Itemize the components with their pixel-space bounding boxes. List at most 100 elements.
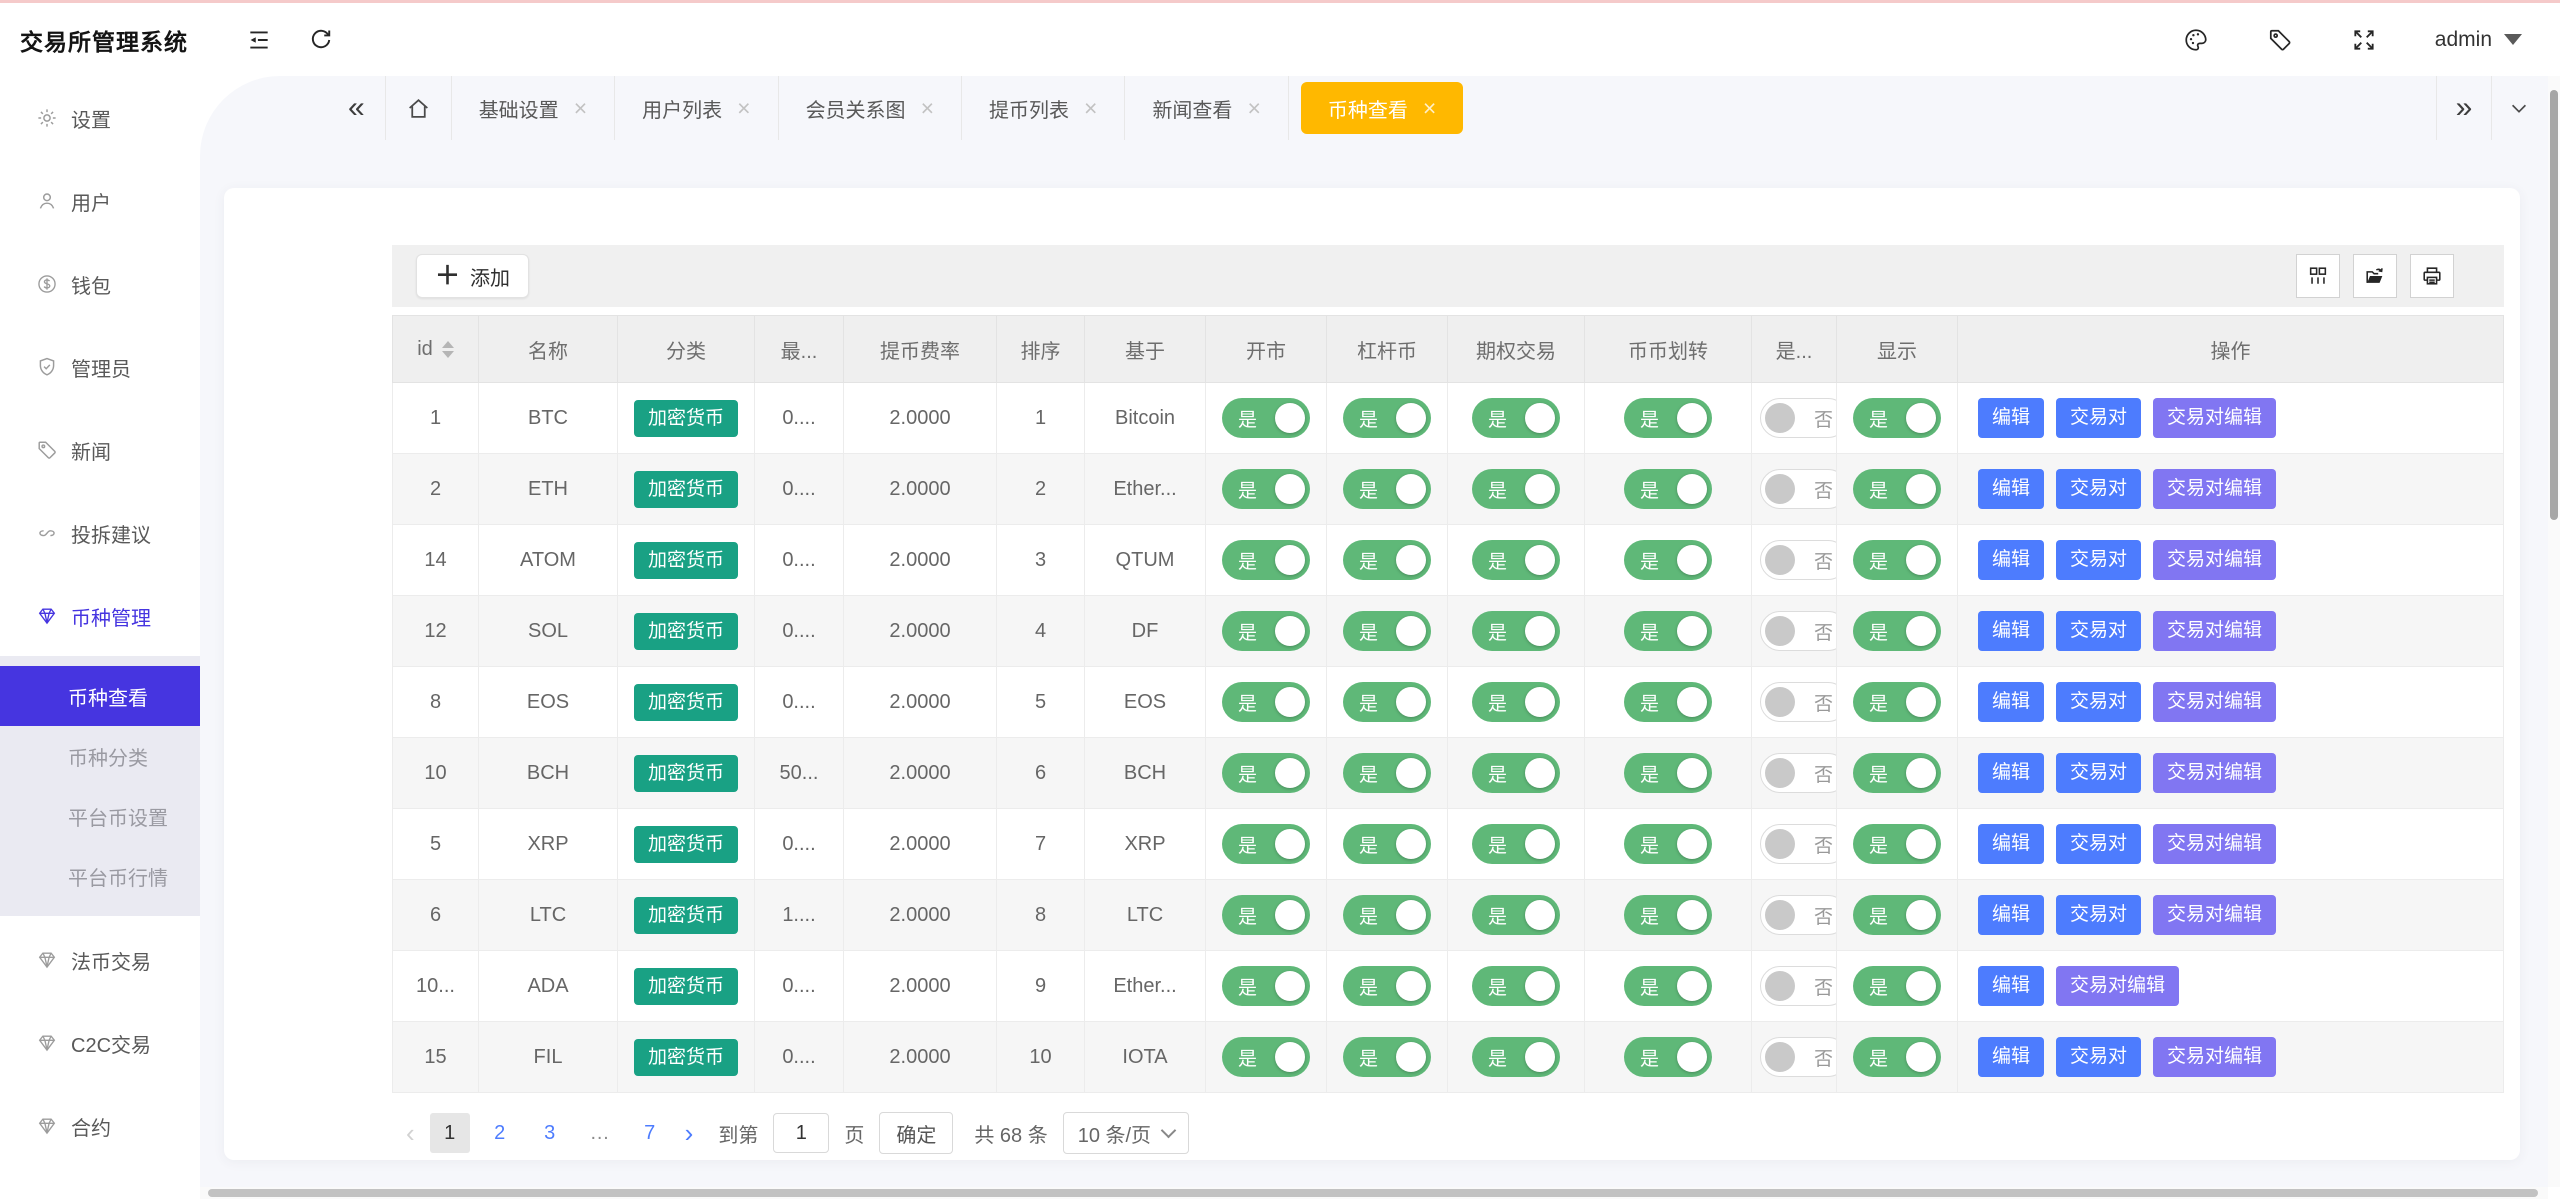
pair-button[interactable]: 交易对 [2056, 753, 2141, 793]
recommend-toggle[interactable]: 否 [1760, 540, 1837, 580]
sidebar-item-新闻[interactable]: 新闻 [0, 422, 200, 478]
open-market-toggle[interactable]: 是 [1222, 611, 1310, 651]
leverage-coin-toggle[interactable]: 是 [1343, 753, 1431, 793]
leverage-coin-toggle[interactable]: 是 [1343, 611, 1431, 651]
sidebar-subitem-币种查看[interactable]: 币种查看 [0, 666, 200, 726]
leverage-coin-toggle[interactable]: 是 [1343, 682, 1431, 722]
recommend-toggle[interactable]: 否 [1760, 469, 1837, 509]
close-icon[interactable]: × [1084, 97, 1097, 120]
leverage-coin-toggle[interactable]: 是 [1343, 966, 1431, 1006]
sidebar-item-币种管理[interactable]: 币种管理 [0, 588, 200, 644]
refresh-icon[interactable] [308, 27, 334, 53]
pair-edit-button[interactable]: 交易对编辑 [2153, 682, 2276, 722]
open-market-toggle[interactable]: 是 [1222, 824, 1310, 864]
pair-edit-button[interactable]: 交易对编辑 [2153, 753, 2276, 793]
export-button[interactable] [2353, 254, 2397, 298]
pair-button[interactable]: 交易对 [2056, 1037, 2141, 1077]
coin-transfer-toggle[interactable]: 是 [1624, 966, 1712, 1006]
edit-button[interactable]: 编辑 [1978, 469, 2044, 509]
page-button-2[interactable]: 2 [480, 1113, 520, 1153]
user-menu[interactable]: admin [2435, 28, 2522, 52]
edit-button[interactable]: 编辑 [1978, 966, 2044, 1006]
sort-icon[interactable] [442, 341, 454, 358]
close-icon[interactable]: × [1247, 97, 1260, 120]
sidebar-item-钱包[interactable]: 钱包 [0, 256, 200, 312]
show-toggle[interactable]: 是 [1853, 398, 1941, 438]
page-button-7[interactable]: 7 [630, 1113, 670, 1153]
open-market-toggle[interactable]: 是 [1222, 540, 1310, 580]
open-market-toggle[interactable]: 是 [1222, 895, 1310, 935]
option-trade-toggle[interactable]: 是 [1472, 966, 1560, 1006]
next-page-button[interactable]: › [685, 1120, 694, 1146]
sidebar-subitem-币种分类[interactable]: 币种分类 [0, 726, 200, 786]
option-trade-toggle[interactable]: 是 [1472, 824, 1560, 864]
open-market-toggle[interactable]: 是 [1222, 398, 1310, 438]
sidebar-item-用户[interactable]: 用户 [0, 173, 200, 229]
tabs-scroll-right-button[interactable]: » [2436, 76, 2491, 140]
sidebar-item-设置[interactable]: 设置 [0, 90, 200, 146]
sidebar-item-投拆建议[interactable]: 投拆建议 [0, 505, 200, 561]
pair-button[interactable]: 交易对 [2056, 824, 2141, 864]
edit-button[interactable]: 编辑 [1978, 895, 2044, 935]
option-trade-toggle[interactable]: 是 [1472, 611, 1560, 651]
page-button-1[interactable]: 1 [430, 1113, 470, 1153]
sidebar-item-合约[interactable]: 合约 [0, 1098, 200, 1154]
pair-edit-button[interactable]: 交易对编辑 [2056, 966, 2179, 1006]
coin-transfer-toggle[interactable]: 是 [1624, 895, 1712, 935]
tabs-scroll-left-button[interactable]: « [328, 76, 386, 140]
pair-button[interactable]: 交易对 [2056, 540, 2141, 580]
show-toggle[interactable]: 是 [1853, 682, 1941, 722]
option-trade-toggle[interactable]: 是 [1472, 398, 1560, 438]
collapse-sidebar-icon[interactable] [246, 27, 272, 53]
pair-button[interactable]: 交易对 [2056, 682, 2141, 722]
leverage-coin-toggle[interactable]: 是 [1343, 398, 1431, 438]
vertical-scrollbar-thumb[interactable] [2550, 90, 2558, 520]
pair-button[interactable]: 交易对 [2056, 469, 2141, 509]
edit-button[interactable]: 编辑 [1978, 1037, 2044, 1077]
recommend-toggle[interactable]: 否 [1760, 682, 1837, 722]
coin-transfer-toggle[interactable]: 是 [1624, 824, 1712, 864]
goto-page-input[interactable] [773, 1113, 829, 1153]
show-toggle[interactable]: 是 [1853, 824, 1941, 864]
recommend-toggle[interactable]: 否 [1760, 824, 1837, 864]
option-trade-toggle[interactable]: 是 [1472, 753, 1560, 793]
coin-transfer-toggle[interactable]: 是 [1624, 682, 1712, 722]
recommend-toggle[interactable]: 否 [1760, 611, 1837, 651]
open-market-toggle[interactable]: 是 [1222, 469, 1310, 509]
leverage-coin-toggle[interactable]: 是 [1343, 1037, 1431, 1077]
leverage-coin-toggle[interactable]: 是 [1343, 824, 1431, 864]
recommend-toggle[interactable]: 否 [1760, 1037, 1837, 1077]
show-toggle[interactable]: 是 [1853, 611, 1941, 651]
coin-transfer-toggle[interactable]: 是 [1624, 611, 1712, 651]
close-icon[interactable]: × [1423, 97, 1436, 120]
pair-button[interactable]: 交易对 [2056, 895, 2141, 935]
print-button[interactable] [2410, 254, 2454, 298]
show-toggle[interactable]: 是 [1853, 895, 1941, 935]
close-icon[interactable]: × [737, 97, 750, 120]
close-icon[interactable]: × [574, 97, 587, 120]
tab-新闻查看[interactable]: 新闻查看× [1125, 76, 1288, 140]
page-button-3[interactable]: 3 [530, 1113, 570, 1153]
home-tab-button[interactable] [386, 76, 452, 140]
tab-会员关系图[interactable]: 会员关系图× [779, 76, 962, 140]
edit-button[interactable]: 编辑 [1978, 824, 2044, 864]
columns-filter-button[interactable] [2296, 254, 2340, 298]
option-trade-toggle[interactable]: 是 [1472, 682, 1560, 722]
option-trade-toggle[interactable]: 是 [1472, 469, 1560, 509]
tab-提币列表[interactable]: 提币列表× [962, 76, 1125, 140]
open-market-toggle[interactable]: 是 [1222, 753, 1310, 793]
edit-button[interactable]: 编辑 [1978, 398, 2044, 438]
prev-page-button[interactable]: ‹ [406, 1120, 415, 1146]
open-market-toggle[interactable]: 是 [1222, 682, 1310, 722]
edit-button[interactable]: 编辑 [1978, 753, 2044, 793]
edit-button[interactable]: 编辑 [1978, 540, 2044, 580]
pair-edit-button[interactable]: 交易对编辑 [2153, 540, 2276, 580]
show-toggle[interactable]: 是 [1853, 966, 1941, 1006]
recommend-toggle[interactable]: 否 [1760, 753, 1837, 793]
pair-edit-button[interactable]: 交易对编辑 [2153, 895, 2276, 935]
show-toggle[interactable]: 是 [1853, 753, 1941, 793]
add-button[interactable]: ＋ 添加 [416, 254, 529, 298]
option-trade-toggle[interactable]: 是 [1472, 1037, 1560, 1077]
recommend-toggle[interactable]: 否 [1760, 966, 1837, 1006]
sidebar-subitem-平台币设置[interactable]: 平台币设置 [0, 786, 200, 846]
